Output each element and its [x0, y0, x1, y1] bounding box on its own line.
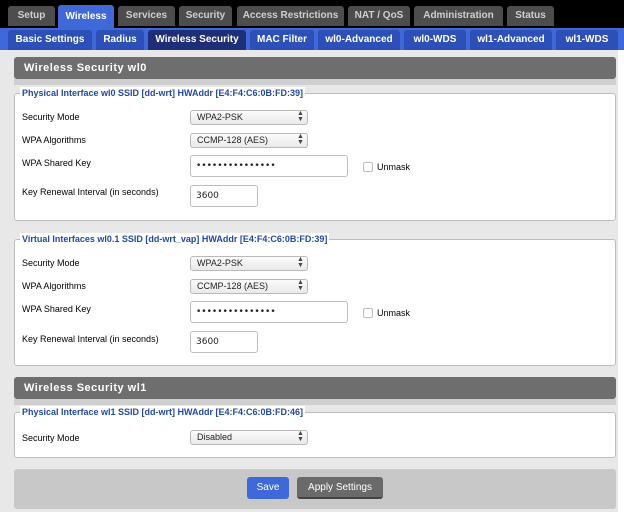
- wpa-shared-key-label: WPA Shared Key: [22, 304, 91, 314]
- wpa-shared-key-input[interactable]: •••••••••••••••: [190, 155, 348, 177]
- apply-settings-button[interactable]: Apply Settings: [297, 477, 383, 499]
- security-mode-select[interactable]: Disabled ▲ ▼: [190, 430, 308, 445]
- wpa-algorithms-select[interactable]: CCMP-128 (AES) ▲ ▼: [190, 133, 308, 148]
- wpa-algorithms-label: WPA Algorithms: [22, 281, 86, 291]
- section-title-wl1: Wireless Security wl1: [14, 377, 616, 399]
- unmask-label: Unmask: [377, 308, 411, 318]
- key-renewal-input[interactable]: 3600: [190, 185, 258, 207]
- tab-access-restrictions[interactable]: Access Restrictions: [237, 6, 344, 26]
- tab-security[interactable]: Security: [179, 6, 232, 26]
- tab-services[interactable]: Services: [118, 6, 175, 26]
- wl1-physical-group: Physical Interface wl1 SSID [dd-wrt] HWA…: [14, 406, 616, 458]
- wpa-algorithms-value: CCMP-128 (AES): [197, 281, 269, 291]
- wpa-shared-key-input[interactable]: •••••••••••••••: [190, 301, 348, 323]
- wl0-virtual-group: Virtual Interfaces wl0.1 SSID [dd-wrt_va…: [14, 233, 616, 366]
- tab-administration[interactable]: Administration: [414, 6, 503, 26]
- unmask-label: Unmask: [377, 162, 411, 172]
- sub-nav: Basic Settings Radius Wireless Security …: [0, 28, 624, 50]
- unmask-checkbox[interactable]: [363, 308, 373, 318]
- subtab-wireless-security[interactable]: Wireless Security: [148, 30, 246, 50]
- select-arrows-icon: ▲ ▼: [297, 133, 304, 146]
- tab-wireless[interactable]: Wireless: [58, 5, 114, 28]
- wl0-virtual-legend: Virtual Interfaces wl0.1 SSID [dd-wrt_va…: [20, 233, 330, 245]
- tab-nat-qos[interactable]: NAT / QoS: [348, 6, 410, 26]
- wpa-algorithms-label: WPA Algorithms: [22, 135, 86, 145]
- key-renewal-input[interactable]: 3600: [190, 331, 258, 353]
- section-title-wl0: Wireless Security wl0: [14, 57, 616, 79]
- subtab-mac-filter[interactable]: MAC Filter: [250, 30, 314, 50]
- subtab-radius[interactable]: Radius: [96, 30, 144, 50]
- subtab-wl1-advanced[interactable]: wl1-Advanced: [470, 30, 552, 50]
- wpa-algorithms-select[interactable]: CCMP-128 (AES) ▲ ▼: [190, 279, 308, 294]
- security-mode-value: WPA2-PSK: [197, 112, 243, 122]
- section-divider: [14, 399, 616, 405]
- wl0-physical-legend: Physical Interface wl0 SSID [dd-wrt] HWA…: [20, 87, 306, 99]
- unmask-checkbox[interactable]: [363, 162, 373, 172]
- wpa-shared-key-label: WPA Shared Key: [22, 158, 91, 168]
- save-button[interactable]: Save: [247, 477, 289, 499]
- key-renewal-label: Key Renewal Interval (in seconds): [22, 187, 159, 197]
- key-renewal-label: Key Renewal Interval (in seconds): [22, 334, 159, 344]
- security-mode-label: Security Mode: [22, 433, 80, 443]
- top-nav: Setup Wireless Services Security Access …: [0, 0, 624, 28]
- section-divider: [14, 79, 616, 85]
- security-mode-label: Security Mode: [22, 112, 80, 122]
- tab-status[interactable]: Status: [507, 6, 554, 26]
- select-arrows-icon: ▲ ▼: [297, 256, 304, 269]
- wpa-algorithms-value: CCMP-128 (AES): [197, 135, 269, 145]
- subtab-wl1-wds[interactable]: wl1-WDS: [556, 30, 618, 50]
- subtab-wl0-advanced[interactable]: wl0-Advanced: [318, 30, 400, 50]
- subtab-wl0-wds[interactable]: wl0-WDS: [404, 30, 466, 50]
- subtab-basic-settings[interactable]: Basic Settings: [8, 30, 92, 50]
- select-arrows-icon: ▲ ▼: [297, 279, 304, 292]
- security-mode-value: WPA2-PSK: [197, 258, 243, 268]
- select-arrows-icon: ▲ ▼: [297, 430, 304, 443]
- wl0-physical-group: Physical Interface wl0 SSID [dd-wrt] HWA…: [14, 87, 616, 221]
- security-mode-label: Security Mode: [22, 258, 80, 268]
- help-sidebar-edge: [618, 50, 624, 512]
- select-arrows-icon: ▲ ▼: [297, 110, 304, 123]
- security-mode-select[interactable]: WPA2-PSK ▲ ▼: [190, 110, 308, 125]
- tab-setup[interactable]: Setup: [8, 6, 55, 26]
- security-mode-select[interactable]: WPA2-PSK ▲ ▼: [190, 256, 308, 271]
- wl1-physical-legend: Physical Interface wl1 SSID [dd-wrt] HWA…: [20, 406, 306, 418]
- security-mode-value: Disabled: [197, 432, 233, 442]
